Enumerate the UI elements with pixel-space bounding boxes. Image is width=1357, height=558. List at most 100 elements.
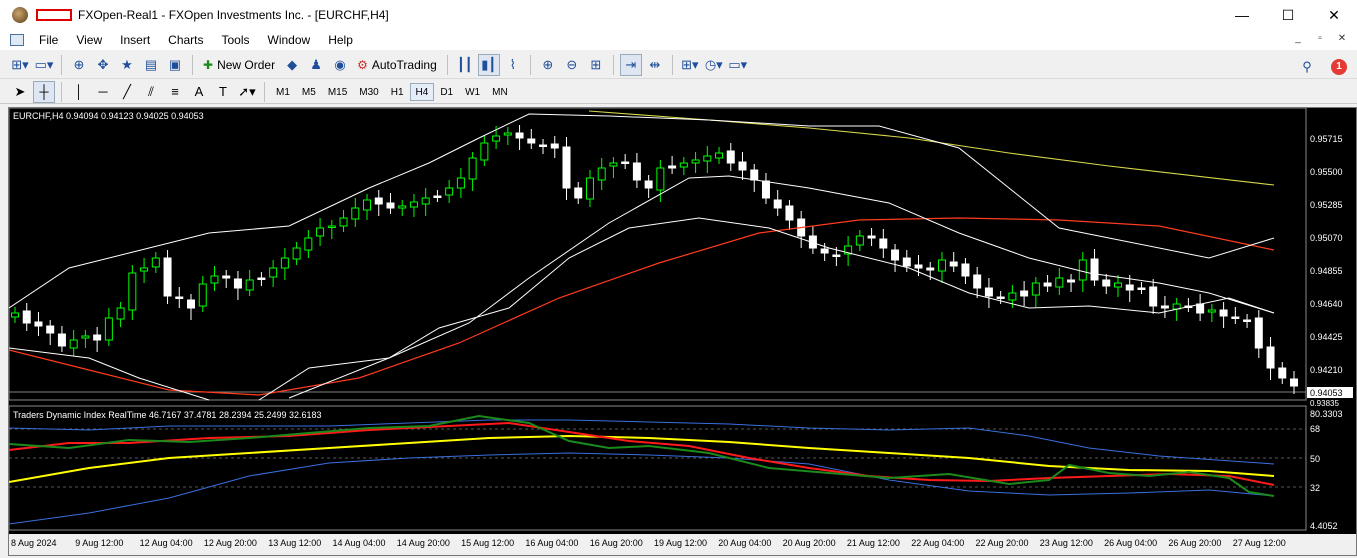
candle-body xyxy=(984,287,993,297)
templates-icon[interactable]: ▭▾ xyxy=(727,54,749,76)
minimize-button[interactable]: — xyxy=(1219,0,1265,30)
time-axis-label: 20 Aug 20:00 xyxy=(783,538,836,548)
data-window-icon[interactable]: ✥ xyxy=(92,54,114,76)
menu-view[interactable]: View xyxy=(67,30,111,50)
chart-restore-button[interactable]: ▫ xyxy=(1311,32,1329,46)
new-chart-icon[interactable]: ⊞▾ xyxy=(9,54,31,76)
market-icon[interactable]: ◉ xyxy=(329,54,351,76)
chart-window-icon[interactable] xyxy=(10,34,24,46)
candle-body xyxy=(738,161,747,171)
candle-body xyxy=(445,187,454,196)
candle-body xyxy=(374,197,383,205)
horizontal-line-icon[interactable]: ─ xyxy=(92,81,114,103)
search-icon[interactable]: ⚲ xyxy=(1296,56,1318,78)
tf-w1[interactable]: W1 xyxy=(459,83,486,101)
menu-tools[interactable]: Tools xyxy=(213,30,259,50)
tf-mn[interactable]: MN xyxy=(486,83,514,101)
arrows-icon[interactable]: ➚▾ xyxy=(236,81,258,103)
time-axis-label: 26 Aug 04:00 xyxy=(1104,538,1157,548)
tf-m5[interactable]: M5 xyxy=(296,83,322,101)
app-logo-icon xyxy=(12,7,28,23)
meta-editor-icon[interactable]: ◆ xyxy=(281,54,303,76)
candle-body xyxy=(949,261,958,267)
tf-m30[interactable]: M30 xyxy=(353,83,384,101)
cursor-icon[interactable]: ➤ xyxy=(9,81,31,103)
bar-chart-icon[interactable]: ┃┃ xyxy=(454,54,476,76)
candle-body xyxy=(456,177,465,189)
chart-window[interactable]: EURCHF,H4 0.94094 0.94123 0.94025 0.9405… xyxy=(8,107,1357,556)
candle-body xyxy=(527,138,536,144)
crosshair-icon[interactable]: ┼ xyxy=(33,80,55,103)
equidistant-channel-icon[interactable]: ⫽ xyxy=(140,81,162,103)
candle-body xyxy=(1055,277,1064,288)
notification-badge[interactable]: 1 xyxy=(1331,59,1347,75)
signals-icon[interactable]: ♟ xyxy=(305,54,327,76)
fibonacci-icon[interactable]: ≡ xyxy=(164,81,186,103)
periods-icon[interactable]: ◷▾ xyxy=(703,54,725,76)
chart-shift-icon[interactable]: ⇹ xyxy=(644,54,666,76)
strategy-tester-icon[interactable]: ▣ xyxy=(164,54,186,76)
zoom-in-icon[interactable]: ⊕ xyxy=(537,54,559,76)
chart-close-button[interactable]: ✕ xyxy=(1333,32,1351,46)
candle-body xyxy=(1043,282,1052,287)
text-label-icon[interactable]: T xyxy=(212,81,234,103)
candle-body xyxy=(609,162,618,167)
indicators-icon[interactable]: ⊞▾ xyxy=(679,54,701,76)
candle-body xyxy=(1207,309,1216,313)
candle-body xyxy=(1020,290,1029,297)
text-icon[interactable]: A xyxy=(188,81,210,103)
candle-body xyxy=(879,238,888,249)
time-axis-label: 19 Aug 12:00 xyxy=(654,538,707,548)
new-order-button[interactable]: ✚ New Order xyxy=(199,54,279,76)
menu-file[interactable]: File xyxy=(30,30,67,50)
time-axis-label: 8 Aug 2024 xyxy=(11,538,57,548)
candle-body xyxy=(1278,367,1287,379)
candle-body xyxy=(198,283,207,307)
candle-body xyxy=(140,267,149,272)
candle-body xyxy=(210,275,219,284)
candle-body xyxy=(433,195,442,198)
candle-body xyxy=(363,199,372,211)
navigator-icon[interactable]: ★ xyxy=(116,54,138,76)
tf-m1[interactable]: M1 xyxy=(270,83,296,101)
candle-body xyxy=(421,197,430,205)
candle-body xyxy=(691,159,700,164)
chart-minimize-button[interactable]: _ xyxy=(1289,32,1307,46)
zoom-out-icon[interactable]: ⊖ xyxy=(561,54,583,76)
time-axis-label: 14 Aug 04:00 xyxy=(333,538,386,548)
candle-body xyxy=(703,155,712,162)
line-chart-icon[interactable]: ⌇ xyxy=(502,54,524,76)
trendline-icon[interactable]: ╱ xyxy=(116,81,138,103)
menu-bar: File View Insert Charts Tools Window Hel… xyxy=(0,30,1357,50)
menu-charts[interactable]: Charts xyxy=(159,30,212,50)
candle-body xyxy=(339,217,348,227)
market-watch-icon[interactable]: ⊕ xyxy=(68,54,90,76)
candle-body xyxy=(891,249,900,261)
tf-h4[interactable]: H4 xyxy=(409,82,435,101)
candle-body xyxy=(973,274,982,289)
tile-windows-icon[interactable]: ⊞ xyxy=(585,54,607,76)
candle-body xyxy=(222,275,231,279)
tf-d1[interactable]: D1 xyxy=(434,83,459,101)
terminal-icon[interactable]: ▤ xyxy=(140,54,162,76)
candle-body xyxy=(304,237,313,251)
auto-scroll-icon[interactable]: ⇥ xyxy=(619,53,642,76)
menu-insert[interactable]: Insert xyxy=(111,30,159,50)
tf-m15[interactable]: M15 xyxy=(322,83,353,101)
menu-window[interactable]: Window xyxy=(259,30,320,50)
maximize-button[interactable]: ☐ xyxy=(1265,0,1311,30)
candle-body xyxy=(351,207,360,220)
close-button[interactable]: ✕ xyxy=(1311,0,1357,30)
tf-h1[interactable]: H1 xyxy=(385,83,410,101)
vertical-line-icon[interactable]: │ xyxy=(68,81,90,103)
profiles-icon[interactable]: ▭▾ xyxy=(33,54,55,76)
candlestick-chart-icon[interactable]: ▮┃ xyxy=(477,53,500,76)
chart-canvas[interactable]: EURCHF,H4 0.94094 0.94123 0.94025 0.9405… xyxy=(8,107,1356,555)
price-tick: 0.94855 xyxy=(1310,266,1343,276)
candle-body xyxy=(644,180,653,189)
drawing-toolbar: ➤ ┼ │ ─ ╱ ⫽ ≡ A T ➚▾ M1 M5 M15 M30 H1 H4… xyxy=(0,80,1357,104)
menu-help[interactable]: Help xyxy=(319,30,362,50)
candle-body xyxy=(621,161,630,164)
candle-body xyxy=(398,205,407,209)
auto-trading-button[interactable]: ⚙ AutoTrading xyxy=(353,54,441,76)
